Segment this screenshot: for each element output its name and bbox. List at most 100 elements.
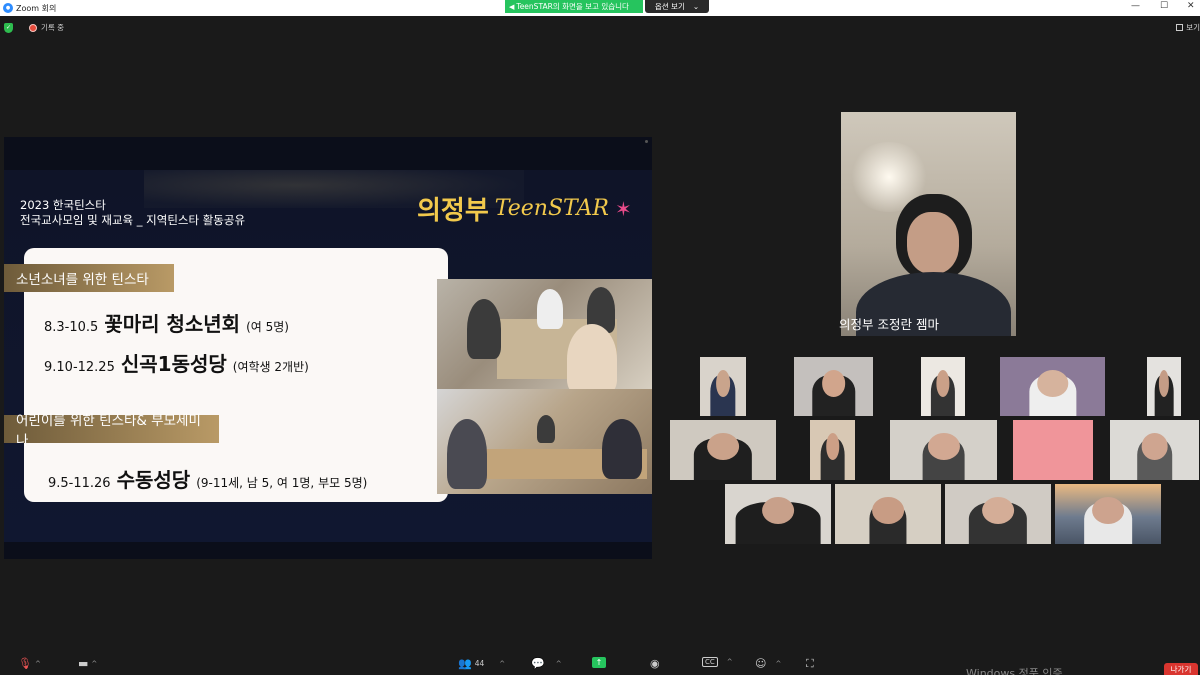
share-menu-dot[interactable] — [645, 140, 648, 143]
star-icon: ✶ — [614, 196, 632, 221]
participant-video[interactable] — [794, 357, 873, 416]
chevron-up-icon[interactable]: ^ — [727, 658, 733, 666]
photo-person — [537, 415, 555, 443]
photo-person — [467, 299, 501, 359]
participant-face — [762, 497, 794, 525]
participant-face — [1092, 497, 1124, 525]
view-options-label: 옵션 보기 — [654, 2, 685, 11]
item2-date: 9.10-12.25 — [44, 360, 115, 375]
photo-person — [602, 419, 642, 479]
view-options-button[interactable]: 옵션 보기 ⌄ — [645, 0, 709, 13]
participant-video[interactable] — [835, 484, 941, 544]
emoji-icon: ☺ — [755, 657, 767, 670]
zoom-logo-icon: ● — [3, 3, 13, 13]
slide-header: 2023 한국틴스타 전국교사모임 및 재교육 _ 지역틴스타 활동공유 — [20, 198, 245, 228]
share-screen-button[interactable]: ↑ — [592, 657, 606, 668]
slide-header-line2: 전국교사모임 및 재교육 _ 지역틴스타 활동공유 — [20, 213, 246, 227]
share-screen-icon: ↑ — [592, 657, 606, 668]
chevron-up-icon[interactable]: ^ — [775, 660, 781, 668]
captions-button[interactable]: CC ^ — [702, 657, 733, 667]
minimize-button[interactable]: — — [1131, 1, 1140, 11]
participant-video[interactable] — [810, 420, 855, 480]
closed-captions-icon: CC — [702, 657, 718, 667]
record-icon: ◉ — [650, 657, 660, 670]
item3-name: 수동성당 — [116, 468, 191, 492]
participant-face — [716, 369, 730, 397]
presentation-slide: 2023 한국틴스타 전국교사모임 및 재교육 _ 지역틴스타 활동공유 의정부… — [4, 170, 652, 542]
participant-video[interactable] — [1110, 420, 1199, 480]
shield-icon[interactable]: ✓ — [4, 22, 13, 33]
participant-video[interactable] — [725, 484, 831, 544]
speaker-face — [907, 212, 959, 274]
share-banner-text: TeenSTAR의 화면을 보고 있습니다 — [516, 2, 629, 11]
participant-video[interactable] — [1055, 484, 1161, 544]
reactions-button[interactable]: ☺ ^ — [755, 657, 781, 670]
participant-video[interactable] — [700, 357, 746, 416]
participant-face — [825, 433, 840, 461]
maximize-button[interactable]: ☐ — [1160, 1, 1168, 11]
speaker-icon: ◀ — [509, 2, 515, 11]
participant-video[interactable] — [945, 484, 1051, 544]
video-button[interactable]: ▬ ^ — [78, 657, 97, 670]
section1-tag: 소년소녀를 위한 틴스타 — [4, 264, 174, 292]
chevron-up-icon[interactable]: ^ — [91, 660, 97, 668]
item1-note: (여 5명) — [246, 320, 289, 334]
leave-button[interactable]: 나가기 — [1164, 663, 1198, 675]
section2-tag: 어린이를 위한 틴스타& 부모세미나 — [4, 413, 219, 449]
participant-face — [707, 433, 739, 461]
brand-korean: 의정부 — [417, 196, 489, 226]
windows-activation-watermark: Windows 정품 인증 — [966, 667, 1063, 675]
participant-video[interactable] — [670, 420, 776, 480]
participant-video-off[interactable] — [1013, 420, 1093, 480]
record-icon — [29, 23, 37, 32]
participant-video[interactable] — [1000, 357, 1105, 416]
participant-face — [1036, 369, 1069, 397]
photo-person — [537, 289, 563, 329]
teenstar-brand: 의정부 TeenSTAR ✶ — [417, 190, 632, 227]
item1-date: 8.3-10.5 — [44, 320, 99, 335]
participant-face — [1141, 433, 1168, 461]
item2-note: (여학생 2개반) — [232, 360, 309, 374]
participants-button[interactable]: 👥 44 ^ — [458, 657, 505, 670]
participant-face — [821, 369, 846, 397]
chat-button[interactable]: 💬 ^ — [531, 657, 562, 670]
screen-share-banner: ◀ TeenSTAR의 화면을 보고 있습니다 — [505, 0, 643, 13]
shared-screen: 2023 한국틴스타 전국교사모임 및 재교육 _ 지역틴스타 활동공유 의정부… — [4, 137, 652, 559]
view-label: 보기 — [1186, 23, 1200, 32]
participant-face — [927, 433, 960, 461]
participant-video[interactable] — [890, 420, 997, 480]
chat-icon: 💬 — [531, 657, 545, 670]
brand-english: TeenSTAR — [494, 196, 609, 221]
activity-item-3: 9.5-11.26 수동성당 (9-11세, 남 5, 여 1명, 부모 5명) — [48, 464, 367, 493]
participant-video[interactable] — [921, 357, 965, 416]
participant-face — [872, 497, 904, 525]
view-button[interactable]: 보기 — [1176, 22, 1200, 33]
activity-item-1: 8.3-10.5 꽃마리 청소년회 (여 5명) — [44, 308, 289, 337]
chevron-down-icon: ⌄ — [692, 2, 700, 11]
mute-button[interactable]: 🎙 ^ — [18, 657, 41, 670]
photo-person — [567, 324, 617, 389]
close-button[interactable]: ✕ — [1187, 1, 1195, 11]
apps-icon: ⛶ — [806, 657, 814, 670]
chevron-up-icon[interactable]: ^ — [35, 660, 41, 668]
grid-icon — [1176, 24, 1184, 31]
active-speaker-video[interactable] — [841, 112, 1016, 336]
apps-button[interactable]: ⛶ — [806, 657, 814, 671]
activity-item-2: 9.10-12.25 신곡1동성당 (여학생 2개반) — [44, 348, 309, 377]
slide-photo-2 — [437, 389, 652, 494]
participant-face — [936, 369, 950, 397]
item2-name: 신곡1동성당 — [120, 352, 227, 376]
participant-video[interactable] — [1147, 357, 1181, 416]
meeting-status-row: ✓ 기록 중 — [4, 22, 64, 33]
chevron-up-icon[interactable]: ^ — [556, 660, 562, 668]
window-title: Zoom 회의 — [16, 3, 57, 13]
recording-indicator[interactable]: 기록 중 — [29, 22, 64, 33]
item1-name: 꽃마리 청소년회 — [104, 312, 241, 336]
participants-icon: 👥 — [458, 657, 472, 670]
chevron-up-icon[interactable]: ^ — [499, 660, 505, 668]
slide-header-line1: 2023 한국틴스타 — [20, 198, 106, 212]
video-camera-icon: ▬ — [78, 657, 89, 670]
slide-photo-1 — [437, 279, 652, 389]
participant-face — [1158, 369, 1170, 397]
record-button[interactable]: ◉ — [650, 657, 660, 670]
